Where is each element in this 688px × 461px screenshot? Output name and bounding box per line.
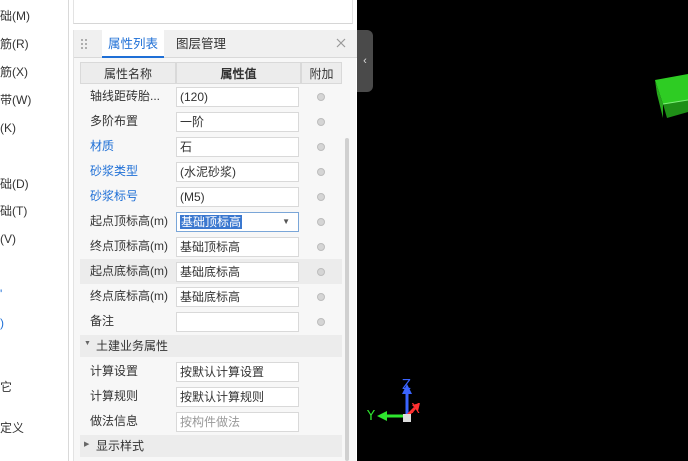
table-row: 轴线距砖胎... (120) xyxy=(80,84,342,109)
property-value-field[interactable]: 按默认计算设置 xyxy=(176,362,299,382)
property-name: 起点顶标高(m) xyxy=(90,214,168,228)
nav-item[interactable]: (K) xyxy=(0,121,16,135)
property-name: 备注 xyxy=(90,314,115,328)
scrollbar[interactable] xyxy=(345,138,349,461)
3d-viewport[interactable]: ‹ Z Y X xyxy=(357,0,688,461)
table-row: 多阶布置 一阶 xyxy=(80,109,342,134)
property-value-field[interactable]: 石 xyxy=(176,137,299,157)
axis-label-y: Y xyxy=(367,409,375,424)
property-name: 多阶布置 xyxy=(90,114,139,128)
attach-radio[interactable] xyxy=(317,168,325,176)
property-name: 计算设置 xyxy=(90,364,139,378)
property-name: 终点顶标高(m) xyxy=(90,239,168,253)
property-value-field[interactable]: (M5) xyxy=(176,187,299,207)
column-header-extra: 附加 xyxy=(301,62,342,84)
nav-item[interactable]: 定义 xyxy=(0,421,24,435)
property-value-field[interactable]: 基础底标高 xyxy=(176,262,299,282)
property-value-field[interactable]: 按构件做法 xyxy=(176,412,299,432)
property-value-field[interactable]: 基础顶标高 xyxy=(176,237,299,257)
property-name: 终点底标高(m) xyxy=(90,289,168,303)
nav-divider xyxy=(68,0,69,461)
table-row: 材质 石 xyxy=(80,134,342,159)
property-name: 做法信息 xyxy=(90,414,139,428)
close-icon[interactable] xyxy=(335,37,347,49)
column-header-value: 属性值 xyxy=(176,62,301,84)
nav-item[interactable]: 它 xyxy=(0,380,12,394)
nav-item[interactable]: 础(T) xyxy=(0,204,27,218)
drag-handle-icon[interactable] xyxy=(80,38,88,50)
property-value-field[interactable]: 基础底标高 xyxy=(176,287,299,307)
nav-item[interactable]: (V) xyxy=(0,232,16,246)
attach-radio[interactable] xyxy=(317,293,325,301)
property-name: 砂浆标号 xyxy=(90,189,139,203)
table-row: 终点底标高(m) 基础底标高 xyxy=(80,284,342,309)
property-name: 砂浆类型 xyxy=(90,164,139,178)
nav-item-marker: ) xyxy=(0,316,4,330)
nav-item-marker: ' xyxy=(0,287,3,301)
panel-tabbar: 属性列表 图层管理 xyxy=(74,30,357,58)
attach-radio[interactable] xyxy=(317,143,325,151)
caret-right-icon[interactable]: ▶ xyxy=(84,440,89,448)
nav-item[interactable]: 带(W) xyxy=(0,93,31,107)
nav-item[interactable]: 础(M) xyxy=(0,9,30,23)
property-name: 材质 xyxy=(90,139,115,153)
table-row: 起点底标高(m) 基础底标高 xyxy=(80,259,342,284)
property-value-field[interactable]: (水泥砂浆) xyxy=(176,162,299,182)
axis-label-x: X xyxy=(411,402,420,417)
property-value-field[interactable]: 一阶 xyxy=(176,112,299,132)
property-name: 轴线距砖胎... xyxy=(90,89,161,103)
property-value-select[interactable]: 基础顶标高 ▼ xyxy=(176,212,299,232)
table-row: 备注 xyxy=(80,309,342,334)
table-row: 起点顶标高(m) 基础顶标高 ▼ xyxy=(80,209,342,234)
table-row: 计算设置 按默认计算设置 xyxy=(80,359,342,384)
attach-radio[interactable] xyxy=(317,193,325,201)
property-value-field[interactable]: 按默认计算规则 xyxy=(176,387,299,407)
table-row: 终点顶标高(m) 基础顶标高 xyxy=(80,234,342,259)
attach-radio[interactable] xyxy=(317,218,325,226)
attach-radio[interactable] xyxy=(317,243,325,251)
green-foundation-object xyxy=(655,74,688,118)
table-row: 砂浆类型 (水泥砂浆) xyxy=(80,159,342,184)
selected-value: 基础顶标高 xyxy=(180,215,243,229)
property-value-field[interactable] xyxy=(176,312,299,332)
nav-item[interactable]: 筋(R) xyxy=(0,37,29,51)
axis-label-z: Z xyxy=(402,378,411,393)
section-label: 土建业务属性 xyxy=(96,339,169,353)
column-header-name: 属性名称 xyxy=(80,62,176,84)
nav-item[interactable]: 筋(X) xyxy=(0,65,28,79)
property-value-field[interactable]: (120) xyxy=(176,87,299,107)
table-row: 计算规则 按默认计算规则 xyxy=(80,384,342,409)
section-display-style[interactable]: ▶ 显示样式 xyxy=(80,435,342,457)
tab-layer-management[interactable]: 图层管理 xyxy=(170,30,232,58)
property-panel: 属性列表 图层管理 属性名称 属性值 附加 轴线距砖胎... (120) 多阶布… xyxy=(73,30,357,461)
nav-item[interactable]: 础(D) xyxy=(0,177,29,191)
table-row: 做法信息 按构件做法 xyxy=(80,409,342,434)
attach-radio[interactable] xyxy=(317,93,325,101)
property-name: 起点底标高(m) xyxy=(90,264,168,278)
left-nav-panel: 础(M) 筋(R) 筋(X) 带(W) (K) 础(D) 础(T) (V) ' … xyxy=(0,0,68,461)
caret-down-icon[interactable]: ▼ xyxy=(282,213,290,231)
section-civil-properties[interactable]: ▼ 土建业务属性 xyxy=(80,335,342,357)
attach-radio[interactable] xyxy=(317,318,325,326)
attach-radio[interactable] xyxy=(317,118,325,126)
tab-property-list[interactable]: 属性列表 xyxy=(102,30,165,58)
attach-radio[interactable] xyxy=(317,268,325,276)
section-label: 显示样式 xyxy=(96,439,145,453)
caret-down-icon[interactable]: ▼ xyxy=(84,340,91,347)
upper-panel xyxy=(73,0,353,24)
property-name: 计算规则 xyxy=(90,389,139,403)
table-row: 砂浆标号 (M5) xyxy=(80,184,342,209)
